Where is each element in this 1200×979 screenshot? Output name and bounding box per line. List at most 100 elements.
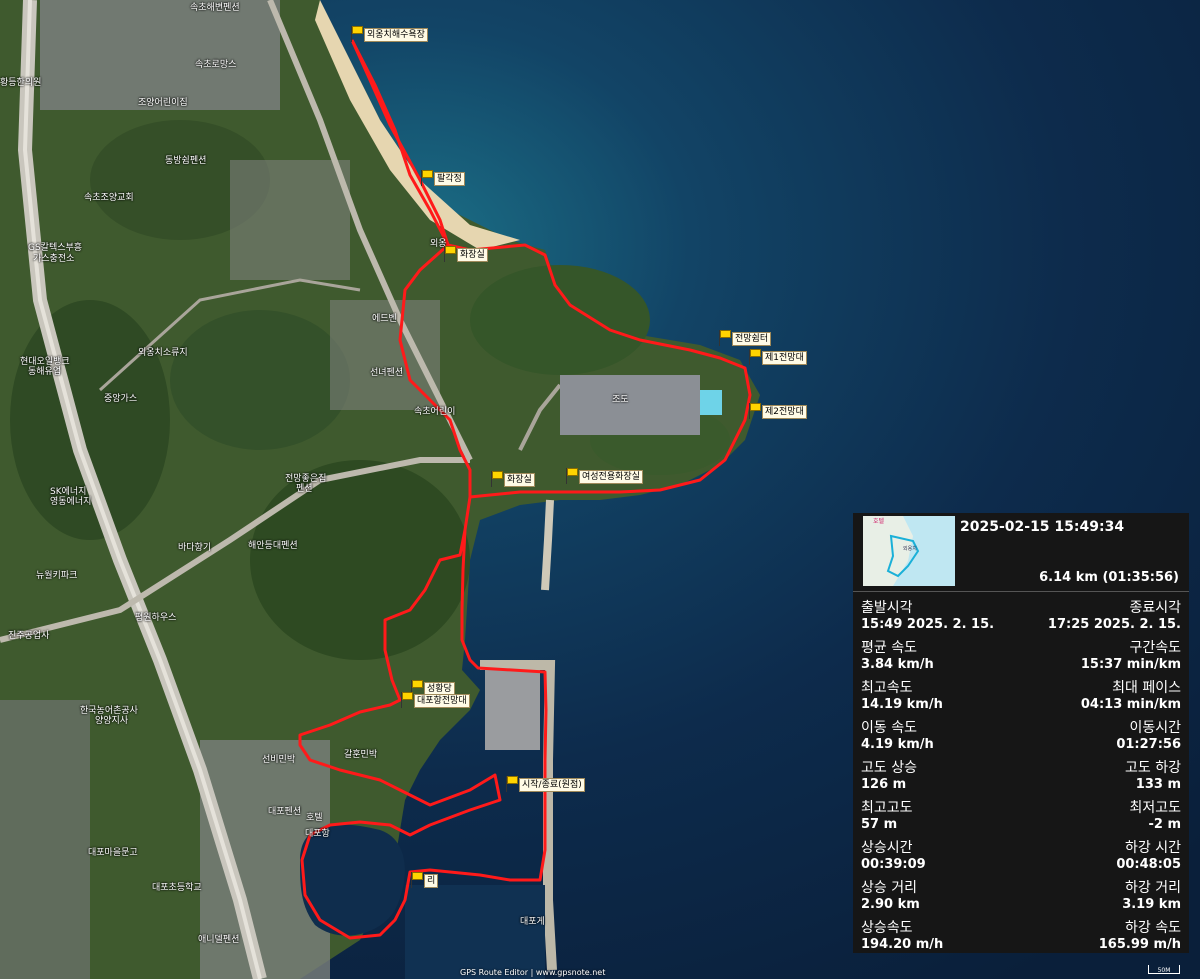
route-thumbnail[interactable]: 호텔 외옹치 (863, 516, 955, 586)
place-label: 애니델펜션 (198, 935, 240, 945)
place-label: 가스충전소 (33, 254, 75, 264)
stat-value: 3.19 km (1122, 897, 1181, 912)
waypoint-flag[interactable]: 리 (410, 872, 439, 888)
inner-harbor (405, 885, 545, 979)
stat-label: 종료시각 (1129, 600, 1181, 616)
stat-value: 133 m (1135, 777, 1181, 792)
stat-label: 최대 페이스 (1112, 680, 1181, 696)
waypoint-flag[interactable]: 외옹치해수욕장 (350, 26, 428, 42)
flag-icon (748, 403, 761, 419)
place-label: 조양어린이집 (138, 98, 188, 108)
place-label: 대포항 (305, 829, 330, 839)
place-label: 해안등대펜션 (248, 541, 298, 551)
waypoint-flag[interactable]: 시작/종료(원점) (505, 776, 585, 792)
track-datetime: 2025-02-15 15:49:34 (960, 519, 1125, 535)
flag-icon (718, 330, 731, 346)
flag-icon (490, 471, 503, 487)
waypoint-flag[interactable]: 대포항전망대 (400, 692, 470, 708)
waypoint-flag[interactable]: 팔각정 (420, 170, 465, 186)
place-label: 영동에너지 (50, 497, 92, 507)
place-label: 조도 (612, 395, 629, 405)
stat-label: 구간속도 (1129, 640, 1181, 656)
urban-area (40, 0, 280, 110)
stat-label: 이동 속도 (861, 720, 917, 736)
urban-area (0, 700, 90, 979)
place-label: 바다향기 (178, 543, 212, 553)
place-label: 대포초등학교 (152, 883, 202, 893)
stat-label: 고도 상승 (861, 760, 917, 776)
place-label: 속초로망스 (195, 60, 237, 70)
place-label: 양양지사 (95, 716, 129, 726)
pier-building (485, 670, 540, 750)
waypoint-flag[interactable]: 화장실 (490, 471, 535, 487)
place-label: 동방쉼펜션 (165, 156, 207, 166)
stat-label: 상승 거리 (861, 880, 917, 896)
stat-label: 하강 거리 (1125, 880, 1181, 896)
place-label: 황등한의원 (0, 78, 42, 88)
place-label: 뉴월키파크 (36, 571, 78, 581)
flag-icon (400, 692, 413, 708)
place-label: 갈훈민박 (344, 750, 378, 760)
place-label: 중앙가스 (104, 394, 138, 404)
stat-label: 이동시간 (1129, 720, 1181, 736)
stat-value: 15:49 2025. 2. 15. (861, 617, 995, 632)
stat-value: 126 m (861, 777, 907, 792)
resort-pool (700, 390, 722, 415)
stat-label: 평균 속도 (861, 640, 917, 656)
scale-bar: 50M (1148, 965, 1180, 974)
forest-patch (170, 310, 350, 450)
stat-value: 4.19 km/h (861, 737, 934, 752)
flag-icon (410, 872, 423, 888)
flag-icon (565, 468, 578, 484)
stat-value: 14.19 km/h (861, 697, 943, 712)
footer-credit[interactable]: GPS Route Editor | www.gpsnote.net (460, 968, 605, 977)
place-label: 대포마을문고 (88, 848, 138, 858)
stat-value: 194.20 m/h (861, 937, 944, 952)
stat-label: 하강 속도 (1125, 920, 1181, 936)
flag-icon (350, 26, 363, 42)
stat-value: 165.99 m/h (1098, 937, 1181, 952)
urban-area (230, 160, 350, 280)
stat-label: 상승속도 (861, 920, 913, 936)
place-label: 에드벤 (372, 314, 397, 324)
place-label: 선비민박 (262, 755, 296, 765)
stat-value: 01:27:56 (1116, 737, 1181, 752)
place-label: 속초조양교회 (84, 193, 134, 203)
stat-label: 최고고도 (861, 800, 913, 816)
waypoint-flag[interactable]: 화장실 (443, 246, 488, 262)
breakwater (541, 499, 554, 591)
waypoint-flag[interactable]: 전망쉼터 (718, 330, 772, 346)
place-label: 대포게 (520, 917, 545, 927)
stat-value: 57 m (861, 817, 898, 832)
place-label: 속초해변펜션 (190, 3, 240, 13)
waypoint-flag[interactable]: 여성전용화장실 (565, 468, 643, 484)
stat-label: 최고속도 (861, 680, 913, 696)
track-distance: 6.14 km (01:35:56) (1039, 570, 1179, 585)
stat-value: 2.90 km (861, 897, 920, 912)
stat-value: -2 m (1148, 817, 1181, 832)
stat-label: 고도 하강 (1125, 760, 1181, 776)
place-label: 속초어린이 (414, 407, 456, 417)
forest-patch (470, 265, 650, 375)
stat-value: 00:48:05 (1116, 857, 1181, 872)
stat-value: 04:13 min/km (1080, 697, 1181, 712)
stat-value: 3.84 km/h (861, 657, 934, 672)
place-label: 호텔 (306, 813, 323, 823)
place-label: 진주공업사 (8, 631, 50, 641)
place-label: 선녀펜션 (370, 368, 404, 378)
flag-icon (420, 170, 433, 186)
forest-patch (250, 460, 470, 660)
stat-label: 출발시각 (861, 600, 913, 616)
flag-icon (443, 246, 456, 262)
place-label: 펜션 (296, 484, 313, 494)
waypoint-flag[interactable]: 제1전망대 (748, 349, 807, 365)
stat-value: 00:39:09 (861, 857, 926, 872)
waypoint-flag[interactable]: 제2전망대 (748, 403, 807, 419)
panel-divider (853, 591, 1189, 592)
svg-text:외옹치: 외옹치 (903, 545, 917, 552)
place-label: 동해유업 (28, 367, 62, 377)
stat-value: 17:25 2025. 2. 15. (1047, 617, 1181, 632)
track-summary-panel: 호텔 외옹치 2025-02-15 15:49:34 6.14 km (01:3… (853, 513, 1189, 953)
flag-icon (748, 349, 761, 365)
svg-text:호텔: 호텔 (873, 517, 885, 525)
